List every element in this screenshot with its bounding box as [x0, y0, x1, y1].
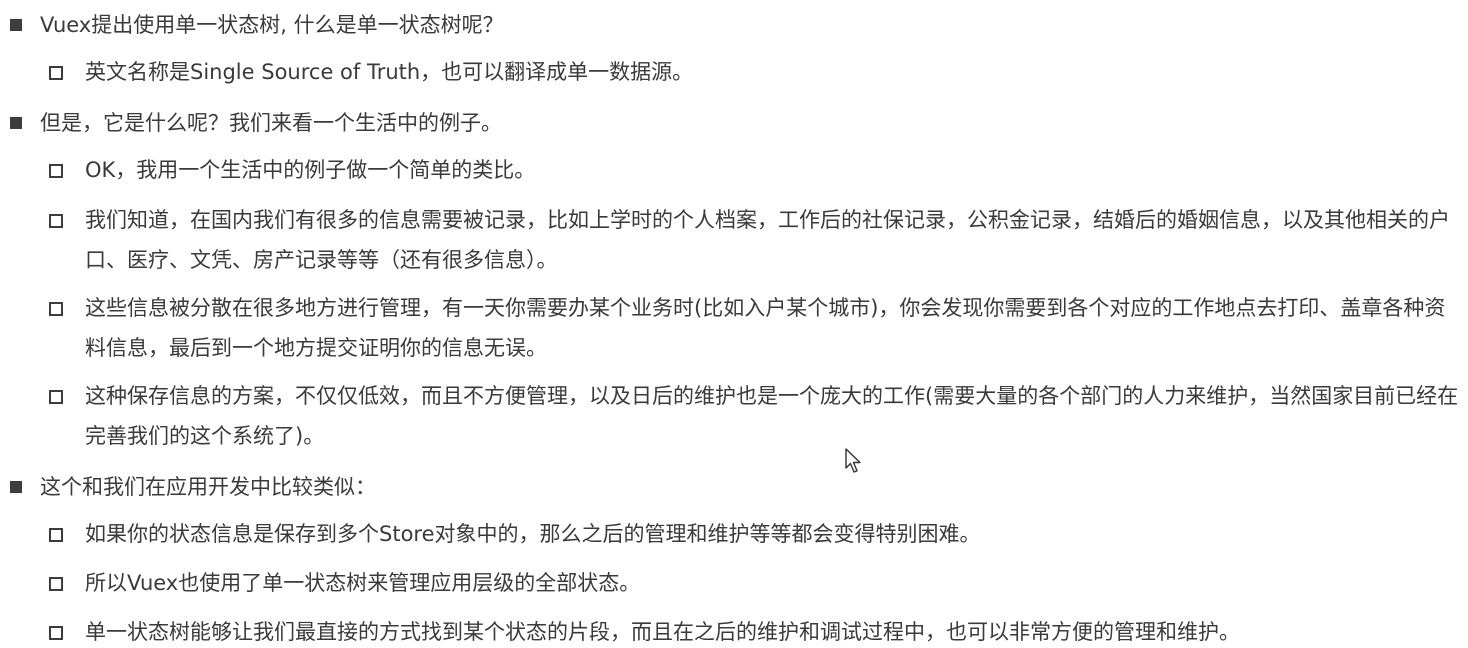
filled-square-bullet-icon	[10, 117, 22, 129]
sub-list-item-text: 这种保存信息的方案，不仅仅低效，而且不方便管理，以及日后的维护也是一个庞大的工作…	[85, 384, 1459, 448]
hollow-square-bullet-icon	[49, 164, 63, 178]
sub-list-item-text: OK，我用一个生活中的例子做一个简单的类比。	[85, 158, 536, 182]
sub-list-item-text: 单一状态树能够让我们最直接的方式找到某个状态的片段，而且在之后的维护和调试过程中…	[85, 620, 1240, 644]
list-item-text: Vuex提出使用单一状态树, 什么是单一状态树呢？	[40, 13, 504, 37]
sub-list-item-text: 这些信息被分散在很多地方进行管理，有一天你需要办某个业务时(比如入户某个城市)，…	[85, 296, 1446, 360]
hollow-square-bullet-icon	[49, 214, 63, 228]
hollow-square-bullet-icon	[49, 302, 63, 316]
filled-square-bullet-icon	[10, 481, 22, 493]
sub-list-item-text: 英文名称是Single Source of Truth，也可以翻译成单一数据源。	[85, 60, 694, 84]
filled-square-bullet-icon	[10, 19, 22, 31]
hollow-square-bullet-icon	[49, 528, 63, 542]
list-item-text: 但是，它是什么呢？我们来看一个生活中的例子。	[40, 111, 502, 135]
sub-list-item-text: 所以Vuex也使用了单一状态树来管理应用层级的全部状态。	[85, 571, 641, 595]
list-item-text: 这个和我们在应用开发中比较类似：	[40, 475, 376, 499]
hollow-square-bullet-icon	[49, 66, 63, 80]
hollow-square-bullet-icon	[49, 577, 63, 591]
hollow-square-bullet-icon	[49, 390, 63, 404]
hollow-square-bullet-icon	[49, 626, 63, 640]
sub-list-item-text: 如果你的状态信息是保存到多个Store对象中的，那么之后的管理和维护等等都会变得…	[85, 522, 981, 546]
bullet-list: Vuex提出使用单一状态树, 什么是单一状态树呢？ 英文名称是Single So…	[0, 0, 1468, 648]
mouse-pointer-icon	[845, 448, 861, 473]
sub-list-item-text: 我们知道，在国内我们有很多的信息需要被记录，比如上学时的个人档案，工作后的社保记…	[85, 208, 1450, 272]
